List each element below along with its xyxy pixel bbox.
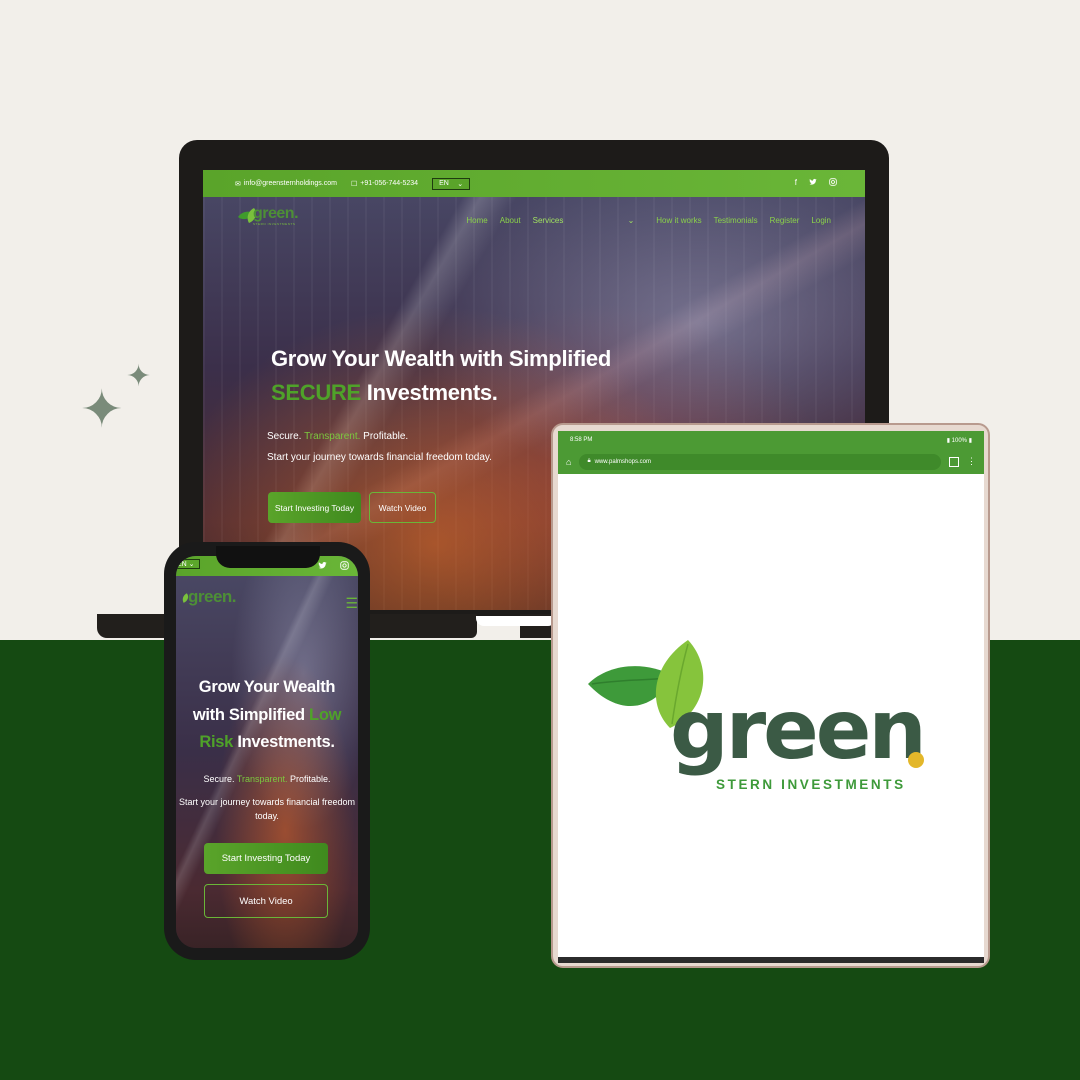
nav-how-it-works[interactable]: How it works	[656, 216, 701, 225]
hero-subtitle: Secure. Transparent. Profitable. Start y…	[267, 431, 492, 463]
brand-logo-dot	[908, 752, 924, 768]
nav-register[interactable]: Register	[770, 216, 800, 225]
mail-icon: ✉	[235, 180, 241, 188]
watch-video-button[interactable]: Watch Video	[369, 492, 436, 523]
site-logo[interactable]: green. STERN INVESTMENTS	[237, 206, 299, 226]
facebook-icon[interactable]: f	[795, 178, 797, 188]
nav-testimonials[interactable]: Testimonials	[714, 216, 758, 225]
phone-watch-video-button[interactable]: Watch Video	[204, 884, 328, 918]
phone-icon: ☐	[350, 180, 358, 188]
chevron-down-icon: ⌄	[457, 180, 464, 188]
hamburger-menu-icon[interactable]: ☰	[345, 596, 358, 610]
phone-notch	[216, 546, 320, 568]
instagram-icon[interactable]	[340, 561, 349, 572]
social-links: f	[795, 178, 837, 188]
nav-login[interactable]: Login	[811, 216, 831, 225]
battery-status: ▮ 100% ▮	[946, 437, 972, 444]
nav-about[interactable]: About	[500, 216, 521, 225]
phone-contact[interactable]: ☐ +91-056-744-5234	[351, 180, 418, 188]
twitter-icon[interactable]	[318, 561, 327, 572]
email-contact[interactable]: ✉ info@greensternholdings.com	[235, 180, 337, 188]
laptop-topbar: ✉ info@greensternholdings.com ☐ +91-056-…	[203, 170, 865, 197]
tablet-bottom-edge	[558, 957, 984, 963]
language-select[interactable]: EN ⌄	[432, 177, 471, 190]
twitter-icon[interactable]	[809, 178, 817, 188]
home-icon[interactable]: ⌂	[566, 457, 571, 467]
phone-hero-subtitle: Secure. Transparent. Profitable. Start y…	[178, 774, 356, 821]
nav-services[interactable]: Services ⌄	[533, 216, 635, 225]
hero-title: Grow Your Wealth with Simplified SECURE …	[271, 346, 611, 405]
phone-language-select[interactable]: EN ⌄	[176, 559, 200, 569]
brand-logo-wordmark: green	[670, 683, 927, 778]
laptop-nav: Home About Services ⌄ How it works Testi…	[466, 216, 831, 225]
start-investing-button[interactable]: Start Investing Today	[268, 492, 361, 523]
phone-logo[interactable]: green.	[176, 588, 237, 606]
brand-logo-tagline: STERN INVESTMENTS	[716, 777, 906, 792]
sparkle-large-icon: ✦	[80, 380, 124, 440]
instagram-icon[interactable]	[829, 178, 837, 188]
nav-home[interactable]: Home	[466, 216, 487, 225]
lock-icon: 🔒︎	[587, 458, 591, 464]
laptop-notch	[476, 616, 556, 626]
tablet-browser-bar: ⌂ 🔒︎ www.palmshops.com ⋮	[558, 449, 984, 474]
battery-icon: ▮	[967, 437, 972, 444]
tabs-icon[interactable]	[949, 456, 959, 467]
url-bar[interactable]: 🔒︎ www.palmshops.com	[579, 453, 941, 470]
phone-screen: EN ⌄ green. ☰ Grow Your Wealth with Simp…	[176, 556, 358, 948]
sparkle-small-icon: ✦	[126, 359, 152, 394]
more-menu-icon[interactable]: ⋮	[967, 456, 976, 467]
tablet-status-bar: 8:58 PM ▮ 100% ▮	[558, 431, 984, 449]
phone-start-investing-button[interactable]: Start Investing Today	[204, 843, 328, 874]
chevron-down-icon: ⌄	[627, 216, 635, 225]
phone-hero-title: Grow Your Wealth with Simplified Low Ris…	[192, 678, 342, 751]
